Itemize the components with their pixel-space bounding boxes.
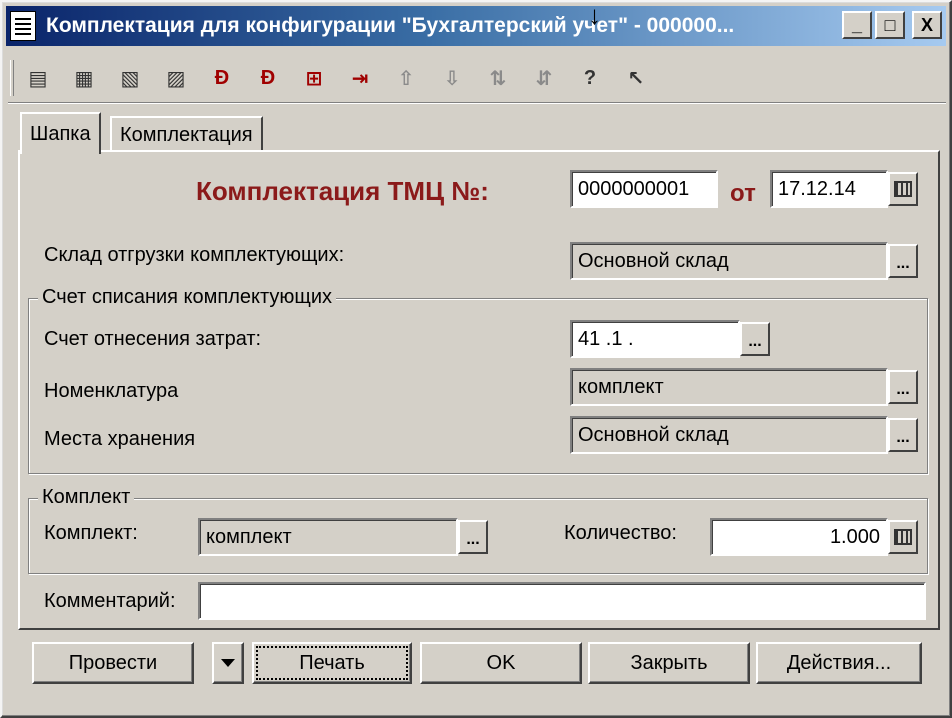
warehouse-field[interactable]: Основной склад [570, 242, 888, 280]
sort-desc-icon[interactable]: ⇵ [528, 62, 560, 94]
add-row-icon[interactable]: ▦ [68, 62, 100, 94]
tab-kitting[interactable]: Комплектация [110, 116, 263, 152]
dt-kt-red-icon[interactable]: Ɖ [252, 62, 284, 94]
storage-field[interactable]: Основной склад [570, 416, 888, 454]
print-button[interactable]: Печать [252, 642, 412, 684]
tab-header[interactable]: Шапка [20, 112, 101, 154]
minimize-button[interactable]: _ [842, 11, 872, 39]
insert-icon[interactable]: ⊞ [298, 62, 330, 94]
document-title: Комплектация ТМЦ №: [196, 176, 489, 206]
comment-field[interactable] [198, 582, 926, 620]
kit-label: Комплект: [44, 522, 138, 544]
move-up-icon[interactable]: ⇧ [390, 62, 422, 94]
cost-account-label: Счет отнесения затрат: [44, 328, 262, 350]
sort-asc-icon[interactable]: ⇅ [482, 62, 514, 94]
document-date-field[interactable]: 17.12.14 [770, 170, 888, 208]
post-button[interactable]: Провести [32, 642, 194, 684]
toolbar: ▤ ▦ ▧ ▨ Ð Ɖ ⊞ ⇥ ⇧ ⇩ ⇅ ⇵ ? ↖ [22, 58, 652, 98]
nomenclature-select-button[interactable]: ... [888, 370, 918, 404]
document-number-field[interactable]: 0000000001 [570, 170, 718, 208]
writeoff-group-title: Счет списания комплектующих [38, 286, 336, 309]
cost-account-field[interactable]: 41 .1 . [570, 320, 740, 358]
nomenclature-label: Номенклатура [44, 380, 179, 402]
kit-select-button[interactable]: ... [458, 520, 488, 554]
nomenclature-field[interactable]: комплект [570, 368, 888, 406]
quantity-label: Количество: [564, 522, 677, 544]
calendar-button[interactable] [888, 172, 918, 206]
toolbar-separator [8, 102, 946, 104]
window-title: Комплектация для конфигурации "Бухгалтер… [46, 14, 735, 37]
delete-row-icon[interactable]: ▧ [114, 62, 146, 94]
move-icon[interactable]: ⇥ [344, 62, 376, 94]
maximize-button[interactable]: □ [875, 11, 905, 39]
dt-kt-icon[interactable]: Ð [206, 62, 238, 94]
document-icon[interactable] [10, 11, 36, 41]
quantity-field[interactable]: 1.000 [710, 518, 888, 556]
mouse-cursor-icon: ↓ [588, 0, 601, 30]
toolbar-grip[interactable] [10, 60, 14, 96]
kit-field[interactable]: комплект [198, 518, 458, 556]
new-row-icon[interactable]: ▤ [22, 62, 54, 94]
calculator-button[interactable] [888, 520, 918, 554]
move-down-icon[interactable]: ⇩ [436, 62, 468, 94]
warehouse-select-button[interactable]: ... [888, 244, 918, 278]
chevron-down-icon [221, 659, 235, 667]
print-dropdown-button[interactable] [212, 642, 244, 684]
calendar-icon [894, 181, 912, 197]
actions-button[interactable]: Действия... [756, 642, 922, 684]
cost-account-select-button[interactable]: ... [740, 322, 770, 356]
kit-group-title: Комплект [38, 486, 135, 509]
close-button[interactable]: Закрыть [588, 642, 750, 684]
title-bar[interactable]: Комплектация для конфигурации "Бухгалтер… [6, 6, 946, 46]
date-label: от [730, 180, 756, 207]
help-icon[interactable]: ? [574, 62, 606, 94]
storage-label: Места хранения [44, 428, 196, 450]
close-window-button[interactable]: X [912, 11, 942, 39]
ok-button[interactable]: OK [420, 642, 582, 684]
warehouse-label: Склад отгрузки комплектующих: [44, 244, 345, 266]
context-help-icon[interactable]: ↖ [620, 62, 652, 94]
storage-select-button[interactable]: ... [888, 418, 918, 452]
comment-label: Комментарий: [44, 590, 176, 612]
edit-row-icon[interactable]: ▨ [160, 62, 192, 94]
calculator-icon [894, 529, 912, 545]
